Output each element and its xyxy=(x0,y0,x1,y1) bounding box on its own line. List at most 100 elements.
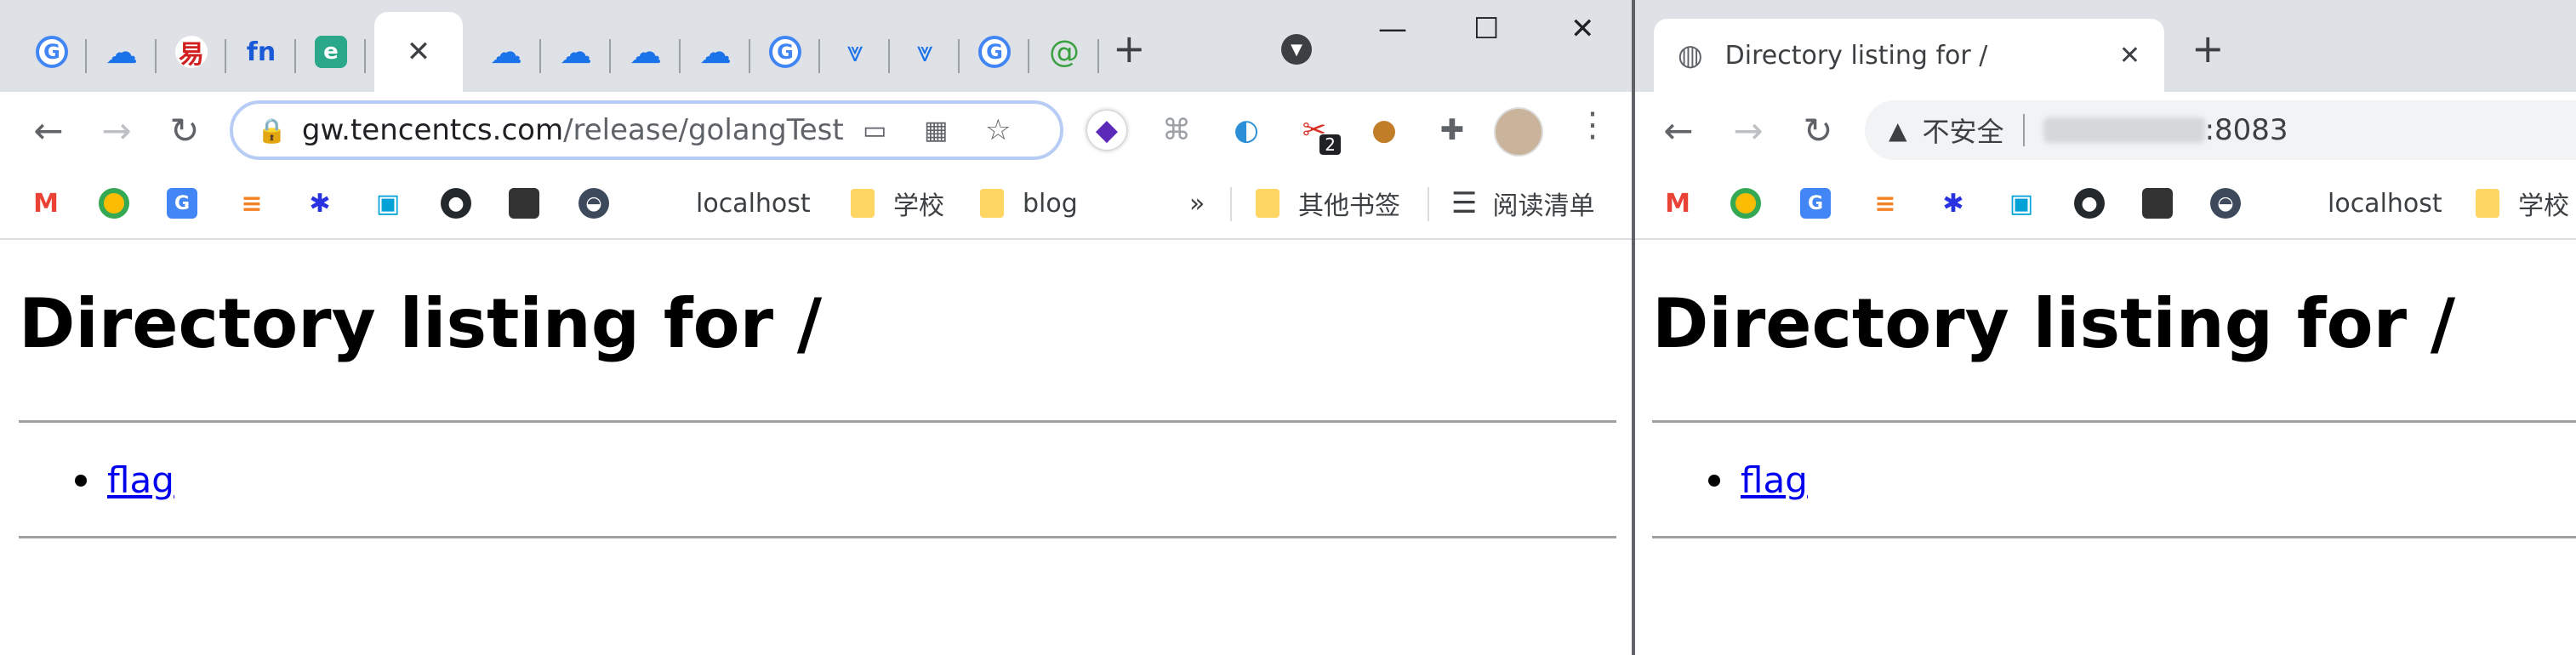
left-browser-window: G ☁ 易 fn e ✕ ☁ ☁ ☁ ☁ G ⩔ ⩔ G @ + ▼ — ☐ ✕… xyxy=(0,0,1632,655)
bookmark-translate[interactable]: G xyxy=(1800,182,1831,225)
folder-icon xyxy=(980,189,1004,218)
tab-green-app[interactable]: e xyxy=(296,12,366,92)
bookmark-folder-school[interactable]: 学校 xyxy=(2476,182,2569,225)
warning-icon: ▲ xyxy=(1889,116,1907,145)
green-swirl-icon: @ xyxy=(1049,34,1080,70)
file-link[interactable]: flag xyxy=(107,459,174,501)
page-title: Directory listing for / xyxy=(1652,284,2456,363)
tab-green-swirl[interactable]: @ xyxy=(1029,12,1099,92)
bookmark-label: 学校 xyxy=(893,191,944,221)
bookmark-folder-other[interactable]: 其他书签 xyxy=(1256,182,1400,225)
folder-icon xyxy=(1256,189,1279,218)
tab-cloud-4[interactable]: ☁ xyxy=(611,12,681,92)
cast-icon[interactable]: ▭ xyxy=(863,116,886,145)
new-tab-button[interactable]: + xyxy=(1113,26,1146,71)
google-icon: G xyxy=(36,36,68,68)
tab-active[interactable]: ◍ Directory listing for / ✕ xyxy=(1654,19,2164,92)
bookmark-dark-image[interactable] xyxy=(509,182,539,225)
address-bar[interactable]: 🔒 gw.tencentcs.com/release/golangTest ▭ … xyxy=(230,100,1063,160)
address-bar[interactable]: ▲ 不安全 :8083 xyxy=(1865,100,2576,160)
extension-layers-icon[interactable]: ◆ xyxy=(1087,111,1126,150)
tab-google[interactable]: G xyxy=(17,12,87,92)
bookmark-chrome[interactable] xyxy=(99,182,129,225)
extension-command-icon[interactable]: ⌘ xyxy=(1157,111,1196,150)
bookmark-stackoverflow[interactable]: ≡ xyxy=(1870,182,1901,225)
extensions-puzzle-icon[interactable]: ✚ xyxy=(1433,111,1472,150)
bookmark-folder-school[interactable]: 学校 xyxy=(851,182,944,225)
bookmark-localhost[interactable]: localhost xyxy=(2328,182,2442,225)
minimize-icon[interactable]: — xyxy=(1378,12,1407,46)
reload-icon[interactable]: ↻ xyxy=(1795,107,1841,153)
extension-cookie-icon[interactable]: ● xyxy=(1365,111,1404,150)
tab-google-2[interactable]: G xyxy=(750,12,820,92)
bookmark-folder-blog[interactable]: blog xyxy=(980,182,1078,225)
forward-icon[interactable]: → xyxy=(1725,107,1771,153)
close-icon[interactable]: ✕ xyxy=(2119,41,2140,71)
extension-bowl-icon[interactable]: ◐ xyxy=(1227,111,1266,150)
tab-cloud-3[interactable]: ☁ xyxy=(541,12,611,92)
bookmark-star-icon[interactable]: ☆ xyxy=(985,113,1011,147)
bookmark-bilibili[interactable]: ▣ xyxy=(2006,182,2037,225)
forward-icon[interactable]: → xyxy=(94,107,140,153)
bookmark-gmail[interactable]: M xyxy=(1662,182,1693,225)
translate-icon: G xyxy=(167,188,197,219)
bookmark-baidu[interactable]: ✱ xyxy=(305,182,335,225)
download-icon: ⩔ xyxy=(916,35,933,69)
window-close-icon[interactable]: ✕ xyxy=(1570,12,1595,46)
page-content: Directory listing for / flag xyxy=(0,240,1632,655)
globe-icon: ◍ xyxy=(1678,38,1703,72)
tab-cloud-2[interactable]: ☁ xyxy=(471,12,541,92)
new-tab-button[interactable]: + xyxy=(2191,26,2225,71)
qr-code-icon[interactable]: ▦ xyxy=(924,116,948,145)
cloud-icon: ☁ xyxy=(630,33,662,71)
file-link[interactable]: flag xyxy=(1741,459,1808,501)
bookmark-baidu[interactable]: ✱ xyxy=(1938,182,1969,225)
profile-avatar[interactable] xyxy=(1494,107,1543,157)
horizontal-rule xyxy=(1652,420,2576,423)
tab-google-3[interactable]: G xyxy=(960,12,1029,92)
bookmark-chrome[interactable] xyxy=(1730,182,1761,225)
bookmark-github[interactable]: ● xyxy=(2074,182,2105,225)
bookmark-localhost[interactable]: localhost xyxy=(696,182,811,225)
bullet-icon xyxy=(75,474,87,487)
google-icon: G xyxy=(978,36,1011,68)
bookmark-docker[interactable]: ◒ xyxy=(2210,182,2241,225)
bookmark-label: 学校 xyxy=(2518,191,2569,221)
folder-icon xyxy=(851,189,875,218)
bookmark-github[interactable]: ● xyxy=(441,182,471,225)
tab-search-icon[interactable]: ▼ xyxy=(1281,34,1312,65)
reload-icon[interactable]: ↻ xyxy=(162,107,208,153)
close-icon[interactable]: ✕ xyxy=(407,35,431,69)
back-icon[interactable]: ← xyxy=(26,107,71,153)
bookmark-stackoverflow[interactable]: ≡ xyxy=(237,182,267,225)
horizontal-rule xyxy=(19,536,1616,538)
fn-icon: fn xyxy=(246,37,276,67)
tab-red-logo[interactable]: 易 xyxy=(157,12,226,92)
horizontal-rule xyxy=(19,420,1616,423)
tab-fn[interactable]: fn xyxy=(226,12,296,92)
list-item: flag xyxy=(75,459,174,501)
tab-cloud[interactable]: ☁ xyxy=(87,12,157,92)
bookmark-dark-image[interactable] xyxy=(2142,182,2173,225)
extension-scissors-icon[interactable]: ✂ 2 xyxy=(1295,111,1341,155)
github-icon: ● xyxy=(441,188,471,219)
reading-list[interactable]: ☰ 阅读清单 xyxy=(1451,182,1594,225)
menu-icon[interactable]: ⋮ xyxy=(1576,105,1610,145)
tab-download-2[interactable]: ⩔ xyxy=(890,12,960,92)
back-icon[interactable]: ← xyxy=(1656,107,1701,153)
maximize-icon[interactable]: ☐ xyxy=(1473,12,1499,46)
bookmark-gmail[interactable]: M xyxy=(31,182,61,225)
tab-active[interactable]: ✕ xyxy=(374,12,463,92)
tab-cloud-5[interactable]: ☁ xyxy=(681,12,750,92)
translate-icon: G xyxy=(1800,188,1831,219)
bookmark-docker[interactable]: ◒ xyxy=(578,182,609,225)
right-browser-window: ◍ Directory listing for / ✕ + ← → ↻ ▲ 不安… xyxy=(1635,0,2576,655)
bookmarks-overflow[interactable]: » xyxy=(1189,182,1205,225)
url-port: :8083 xyxy=(2204,113,2288,147)
tab-download[interactable]: ⩔ xyxy=(820,12,890,92)
bookmark-label: localhost xyxy=(696,188,811,219)
bookmark-translate[interactable]: G xyxy=(167,182,197,225)
bookmark-bilibili[interactable]: ▣ xyxy=(373,182,403,225)
cloud-icon: ☁ xyxy=(560,33,592,71)
baidu-paw-icon: ✱ xyxy=(1942,188,1964,219)
